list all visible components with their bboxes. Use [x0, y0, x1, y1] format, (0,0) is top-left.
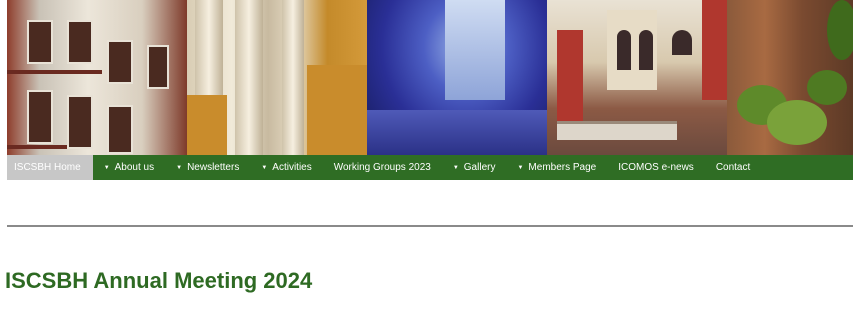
nav-item-label: Contact	[715, 162, 751, 173]
nav-item-gallery[interactable]: ▼ Gallery	[442, 155, 507, 180]
banner-photo-palace	[547, 0, 727, 155]
nav-item-members-page[interactable]: ▼ Members Page	[506, 155, 607, 180]
content-divider	[7, 225, 853, 227]
banner-photo-columns	[187, 0, 367, 155]
nav-item-about-us[interactable]: ▼ About us	[93, 155, 165, 180]
nav-item-label: ISCSBH Home	[14, 162, 81, 173]
nav-item-label: Activities	[272, 162, 312, 173]
nav-item-label: ICOMOS e-news	[618, 162, 694, 173]
nav-item-label: Gallery	[463, 162, 496, 173]
nav-item-contact[interactable]: Contact	[705, 155, 761, 180]
banner-photo-facade	[7, 0, 187, 155]
caret-down-icon: ▼	[517, 164, 524, 171]
nav-item-label: Newsletters	[187, 162, 240, 173]
nav-item-label: Working Groups 2023	[333, 162, 431, 173]
header-banner	[7, 0, 853, 155]
banner-photo-stone-wall	[727, 0, 853, 155]
caret-down-icon: ▼	[176, 164, 183, 171]
page-title: ISCSBH Annual Meeting 2024	[5, 268, 313, 293]
nav-item-newsletters[interactable]: ▼ Newsletters	[165, 155, 250, 180]
nav-item-activities[interactable]: ▼ Activities	[250, 155, 322, 180]
nav-item-label: Members Page	[528, 162, 597, 173]
caret-down-icon: ▼	[452, 164, 459, 171]
caret-down-icon: ▼	[103, 164, 110, 171]
nav-item-working-groups[interactable]: Working Groups 2023	[323, 155, 442, 180]
caret-down-icon: ▼	[261, 164, 268, 171]
nav-item-icomos-enews[interactable]: ICOMOS e-news	[607, 155, 705, 180]
nav-item-home[interactable]: ISCSBH Home	[7, 155, 93, 180]
nav-item-label: About us	[114, 162, 155, 173]
main-navigation: ISCSBH Home ▼ About us ▼ Newsletters ▼ A…	[7, 155, 853, 180]
banner-photo-blue-alley	[367, 0, 547, 155]
